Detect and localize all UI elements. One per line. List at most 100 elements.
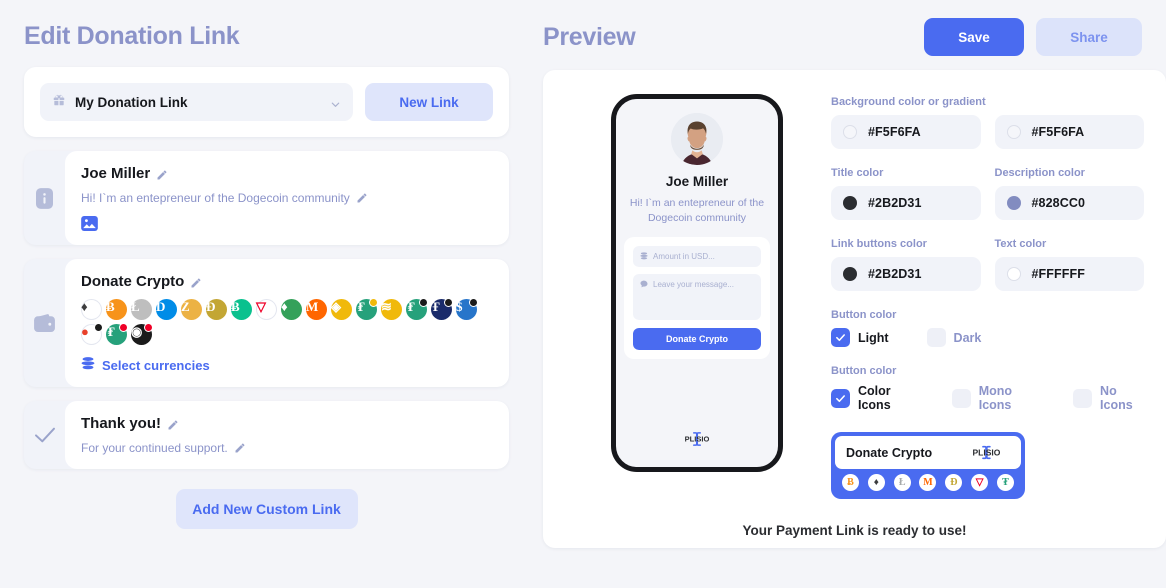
color-swatch[interactable] <box>1006 196 1021 210</box>
widget-coin-list: Ƀ ♦ Ł M Ð ▽ ₮ <box>835 469 1021 495</box>
phone-donate-button[interactable]: Donate Crypto <box>633 328 761 351</box>
phone-description: Hi! I`m an entepreneur of the Dogecoin c… <box>629 197 765 225</box>
checkbox-icon[interactable] <box>1073 388 1093 408</box>
thankyou-subtitle: For your continued support. <box>81 441 228 455</box>
currency-icon-btc[interactable]: Ƀ <box>106 299 127 320</box>
currency-icon-usdc[interactable]: $ <box>456 298 478 320</box>
background-to-field[interactable]: #F5F6FA <box>994 115 1144 149</box>
crypto-title: Donate Crypto <box>81 273 185 290</box>
theme-options-label: Button color <box>831 309 897 321</box>
currency-icon-shib[interactable]: ● <box>81 323 103 345</box>
donate-widget-preview[interactable]: Donate Crypto PLISIO Ƀ ♦ Ł M Ð ▽ ₮ <box>831 432 1025 499</box>
message-input[interactable]: Leave your message... <box>633 274 761 321</box>
currency-icon-xmr[interactable]: M <box>306 299 327 320</box>
svg-text:PLISIO: PLISIO <box>972 447 1000 457</box>
color-swatch[interactable] <box>1006 267 1021 281</box>
checkbox-checked-icon[interactable] <box>831 388 850 408</box>
theme-option-light[interactable]: Light <box>831 328 889 347</box>
link-selector-card: My Donation Link New Link <box>24 67 509 137</box>
chevron-down-icon <box>330 97 341 108</box>
phone-header: Joe Miller Hi! I`m an entepreneur of the… <box>616 99 778 226</box>
phone-preview: Joe Miller Hi! I`m an entepreneur of the… <box>611 94 783 472</box>
phone-name: Joe Miller <box>665 174 729 189</box>
page-title: Edit Donation Link <box>24 22 240 50</box>
background-from-field[interactable]: #F5F6FA <box>831 115 981 149</box>
description-color-value: #828CC0 <box>1031 196 1086 210</box>
thankyou-title-row: Thank you! <box>81 415 493 432</box>
amount-input[interactable]: Amount in USD... <box>633 246 761 268</box>
save-button[interactable]: Save <box>924 18 1024 56</box>
gift-icon <box>52 93 66 112</box>
color-swatch[interactable] <box>843 196 857 210</box>
coins-stack-icon <box>640 252 648 262</box>
link-block-crypto[interactable]: Donate Crypto ♦ Ƀ Ł D Z Ð Ƀ ▽ ♦ M ◈ ₮ ≋ ₮ Ŧ $ ● ₮ ◉ Se <box>24 259 509 387</box>
info-icon <box>24 151 65 245</box>
preview-panel-wrapper: Preview Save Share Joe Miller Hi! I`m an… <box>533 0 1166 588</box>
info-block-body: Joe Miller Hi! I`m an entepreneur of the… <box>65 151 509 245</box>
currency-icon-bch[interactable]: Ƀ <box>231 299 252 320</box>
option-label: No Icons <box>1100 384 1133 412</box>
checkbox-icon[interactable] <box>926 328 946 347</box>
image-upload-icon[interactable] <box>81 216 98 231</box>
widget-currency-icon-trx: ▽ <box>971 474 989 491</box>
checkbox-icon[interactable] <box>951 388 971 408</box>
thankyou-subtitle-row: For your continued support. <box>81 441 493 455</box>
text-color-field[interactable]: #FFFFFF <box>994 257 1144 291</box>
share-button[interactable]: Share <box>1036 18 1142 56</box>
edit-pencil-icon[interactable] <box>234 442 246 454</box>
background-color-row: #F5F6FA #F5F6FA <box>831 115 1144 149</box>
text-color-value: #FFFFFF <box>1031 267 1085 281</box>
donation-link-dropdown[interactable]: My Donation Link <box>40 83 353 121</box>
edit-pencil-icon[interactable] <box>190 276 202 288</box>
app-root: Edit Donation Link My Donation Link New … <box>0 0 1166 588</box>
icons-option-color-icons[interactable]: Color Icons <box>831 384 916 412</box>
check-icon <box>24 401 65 469</box>
currency-icon-etc[interactable]: ♦ <box>281 299 302 320</box>
icons-option-no-icons[interactable]: No Icons <box>1073 384 1144 412</box>
icon-options-label: Button color <box>831 365 897 377</box>
currency-icon-bnb[interactable]: ◈ <box>331 299 352 320</box>
edit-pencil-icon[interactable] <box>356 192 368 204</box>
theme-option-dark[interactable]: Dark <box>926 328 981 347</box>
link-block-thankyou[interactable]: Thank you! For your continued support. <box>24 401 509 469</box>
currency-icon-usdt[interactable]: ₮ <box>406 298 428 320</box>
description-color-field[interactable]: #828CC0 <box>994 186 1144 220</box>
currency-icon-usdt-trc[interactable]: ₮ <box>106 323 128 345</box>
currency-icon-cro[interactable]: ◉ <box>131 323 153 345</box>
icons-option-mono-icons[interactable]: Mono Icons <box>951 384 1038 412</box>
edit-pencil-icon[interactable] <box>156 168 168 180</box>
currency-icon-usdt-bsc[interactable]: ₮ <box>356 298 378 320</box>
currency-icon-doge[interactable]: Ð <box>206 299 227 320</box>
checkbox-checked-icon[interactable] <box>831 328 850 347</box>
link-buttons-color-field[interactable]: #2B2D31 <box>831 257 981 291</box>
network-badge <box>419 298 428 307</box>
currency-icon-tusd[interactable]: Ŧ <box>431 298 453 320</box>
currency-icon-usdt-erc[interactable]: ≋ <box>381 299 402 320</box>
title-color-field[interactable]: #2B2D31 <box>831 186 981 220</box>
color-swatch[interactable] <box>843 267 857 281</box>
plisio-logo-icon: PLISIO <box>685 432 709 446</box>
widget-top-bar: Donate Crypto PLISIO <box>835 436 1021 469</box>
amount-placeholder: Amount in USD... <box>653 252 715 262</box>
select-currencies-button[interactable]: Select currencies <box>81 357 493 373</box>
currency-icon-zec[interactable]: Z <box>181 299 202 320</box>
currency-icon-trx[interactable]: ▽ <box>256 299 277 320</box>
theme-options-row: Light Dark <box>831 328 1144 347</box>
widget-currency-icon-doge: Ð <box>945 474 963 491</box>
add-new-custom-link-button[interactable]: Add New Custom Link <box>175 489 358 529</box>
color-swatch[interactable] <box>1006 125 1021 139</box>
wallet-icon <box>24 259 65 387</box>
color-swatch[interactable] <box>843 125 857 139</box>
crypto-block-body: Donate Crypto ♦ Ƀ Ł D Z Ð Ƀ ▽ ♦ M ◈ ₮ ≋ ₮ Ŧ $ ● ₮ ◉ Se <box>65 259 509 387</box>
select-currencies-label: Select currencies <box>102 357 210 373</box>
currency-icon-eth[interactable]: ♦ <box>81 299 102 320</box>
thankyou-title: Thank you! <box>81 415 162 432</box>
currency-icon-ltc[interactable]: Ł <box>131 299 152 320</box>
edit-pencil-icon[interactable] <box>167 418 179 430</box>
widget-currency-icon-usdt: ₮ <box>996 474 1014 491</box>
link-block-info[interactable]: Joe Miller Hi! I`m an entepreneur of the… <box>24 151 509 245</box>
new-link-button[interactable]: New Link <box>365 83 493 121</box>
network-badge <box>444 298 453 307</box>
currency-icon-dash[interactable]: D <box>156 299 177 320</box>
preview-header: Preview Save Share <box>533 0 1166 70</box>
